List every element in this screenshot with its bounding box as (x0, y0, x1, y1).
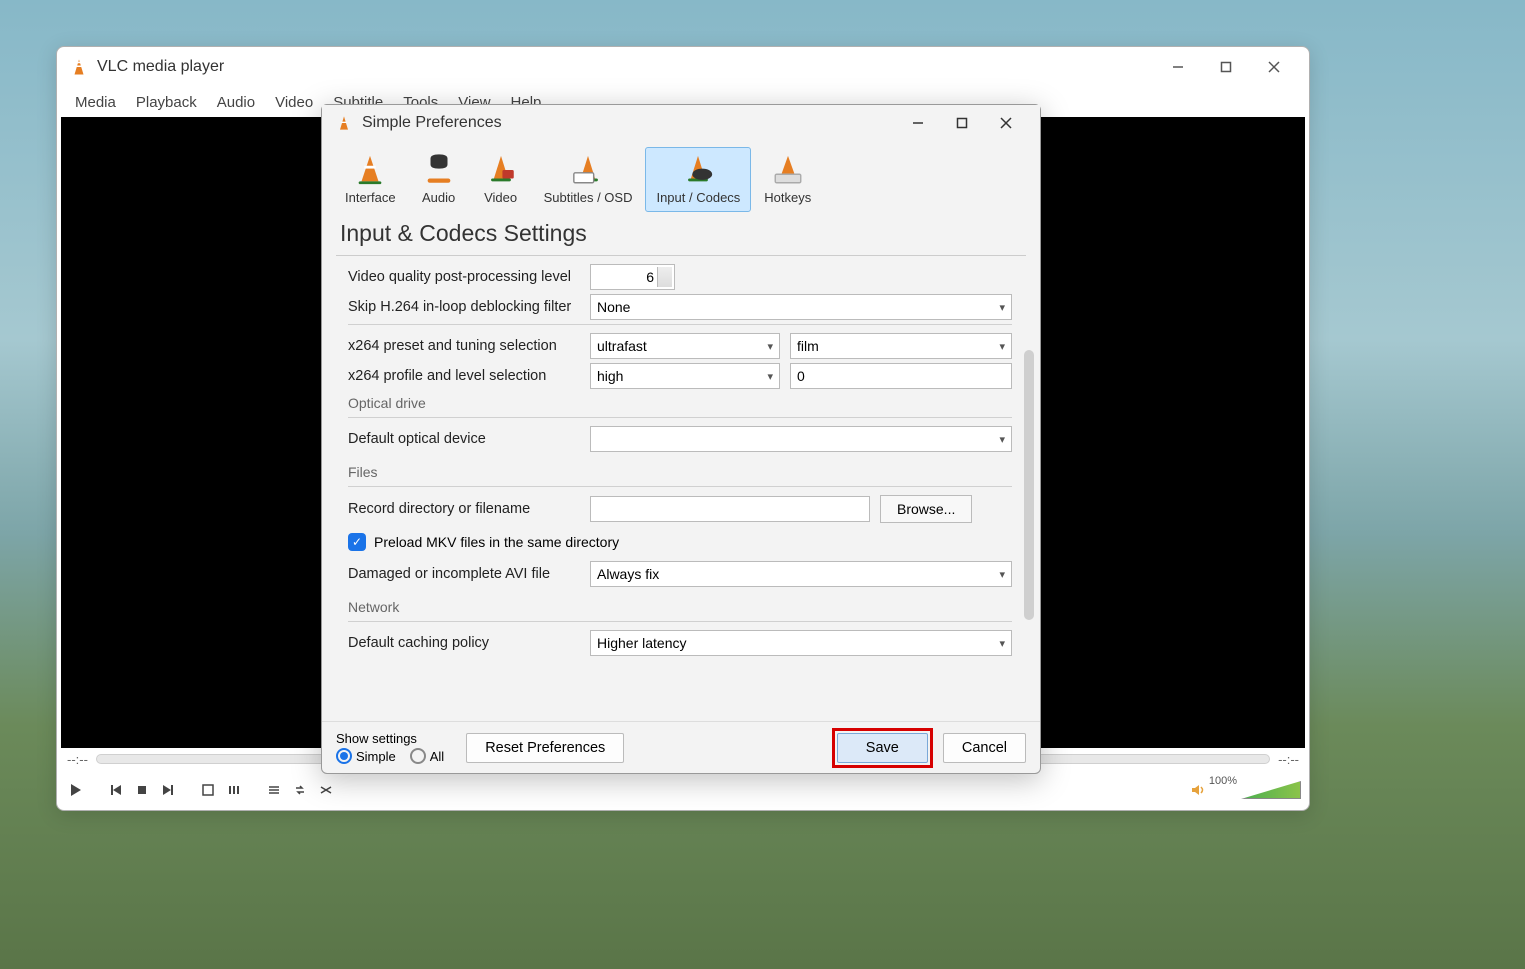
prefs-body: Video quality post-processing level 6 ▲▼… (322, 260, 1040, 721)
speaker-icon[interactable] (1191, 783, 1205, 797)
close-button[interactable] (1251, 51, 1297, 83)
shuffle-button[interactable] (315, 779, 337, 801)
preload-mkv-checkbox[interactable]: ✓ (348, 533, 366, 551)
x264-tuning-combo[interactable]: film (790, 333, 1012, 359)
record-dir-input[interactable] (590, 496, 870, 522)
cancel-button[interactable]: Cancel (943, 733, 1026, 763)
x264-profile-combo[interactable]: high (590, 363, 780, 389)
radio-simple[interactable] (336, 748, 352, 764)
x264-preset-combo[interactable]: ultrafast (590, 333, 780, 359)
maximize-button[interactable] (1203, 51, 1249, 83)
radio-all-label: All (430, 749, 444, 764)
x264-profile-label: x264 profile and level selection (348, 368, 580, 384)
prefs-minimize-button[interactable] (896, 108, 940, 138)
tab-subtitles[interactable]: Subtitles / OSD (533, 147, 644, 212)
optical-device-label: Default optical device (348, 431, 580, 447)
menu-video[interactable]: Video (267, 90, 321, 115)
interface-icon (352, 152, 388, 188)
stop-button[interactable] (131, 779, 153, 801)
scrollbar[interactable] (1024, 350, 1034, 620)
avi-label: Damaged or incomplete AVI file (348, 566, 580, 582)
pp-level-label: Video quality post-processing level (348, 269, 580, 285)
save-button[interactable]: Save (837, 733, 928, 763)
divider (336, 255, 1026, 256)
avi-combo[interactable]: Always fix (590, 561, 1012, 587)
network-group-title: Network (348, 599, 1012, 615)
menu-playback[interactable]: Playback (128, 90, 205, 115)
tab-label: Interface (345, 190, 396, 205)
vlc-window-title: VLC media player (97, 58, 1155, 76)
codecs-icon (680, 152, 716, 188)
prefs-maximize-button[interactable] (940, 108, 984, 138)
prefs-title: Simple Preferences (362, 114, 896, 132)
playlist-button[interactable] (263, 779, 285, 801)
x264-preset-label: x264 preset and tuning selection (348, 338, 580, 354)
prev-button[interactable] (105, 779, 127, 801)
time-elapsed: --:-- (67, 752, 88, 767)
prefs-tabs: Interface Audio Video Subtitles / OSD In… (322, 141, 1040, 212)
player-controls: 100% (57, 770, 1309, 810)
tab-interface[interactable]: Interface (334, 147, 407, 212)
x264-level-input[interactable]: 0 (790, 363, 1012, 389)
cache-policy-label: Default caching policy (348, 635, 580, 651)
record-dir-label: Record directory or filename (348, 501, 580, 517)
tab-video[interactable]: Video (471, 147, 531, 212)
optical-group-title: Optical drive (348, 395, 1012, 411)
preload-mkv-label: Preload MKV files in the same directory (374, 534, 619, 550)
prefs-close-button[interactable] (984, 108, 1028, 138)
browse-button[interactable]: Browse... (880, 495, 972, 523)
files-group-title: Files (348, 464, 1012, 480)
deblock-combo[interactable]: None (590, 294, 1012, 320)
deblock-label: Skip H.264 in-loop deblocking filter (348, 299, 580, 315)
volume-label: 100% (1209, 775, 1237, 787)
cache-policy-combo[interactable]: Higher latency (590, 630, 1012, 656)
tab-audio[interactable]: Audio (409, 147, 469, 212)
tab-label: Hotkeys (764, 190, 811, 205)
radio-simple-label: Simple (356, 749, 396, 764)
tab-label: Audio (422, 190, 455, 205)
tab-label: Subtitles / OSD (544, 190, 633, 205)
fullscreen-button[interactable] (197, 779, 219, 801)
vlc-cone-icon (334, 113, 354, 133)
audio-icon (421, 152, 457, 188)
next-button[interactable] (157, 779, 179, 801)
reset-preferences-button[interactable]: Reset Preferences (466, 733, 624, 763)
settings-scroll-area: Video quality post-processing level 6 ▲▼… (348, 260, 1012, 721)
hotkeys-icon (770, 152, 806, 188)
tab-label: Video (484, 190, 517, 205)
vlc-cone-icon (69, 57, 89, 77)
vlc-titlebar: VLC media player (57, 47, 1309, 87)
menu-media[interactable]: Media (67, 90, 124, 115)
subtitles-icon (570, 152, 606, 188)
spinner-arrows-icon: ▲▼ (663, 270, 670, 284)
show-settings-label: Show settings (336, 731, 444, 746)
pp-level-spinner[interactable]: 6 ▲▼ (590, 264, 675, 290)
menu-audio[interactable]: Audio (209, 90, 263, 115)
loop-button[interactable] (289, 779, 311, 801)
video-icon (483, 152, 519, 188)
tab-input-codecs[interactable]: Input / Codecs (645, 147, 751, 212)
tab-label: Input / Codecs (656, 190, 740, 205)
time-total: --:-- (1278, 752, 1299, 767)
save-button-highlight: Save (832, 728, 933, 768)
pp-level-value: 6 (646, 269, 654, 285)
ext-settings-button[interactable] (223, 779, 245, 801)
preferences-dialog: Simple Preferences Interface Audio Video… (321, 104, 1041, 774)
play-button[interactable] (65, 779, 87, 801)
minimize-button[interactable] (1155, 51, 1201, 83)
prefs-heading: Input & Codecs Settings (322, 212, 1040, 251)
prefs-titlebar: Simple Preferences (322, 105, 1040, 141)
volume-slider[interactable] (1241, 781, 1301, 799)
radio-all[interactable] (410, 748, 426, 764)
prefs-footer: Show settings Simple All Reset Preferenc… (322, 721, 1040, 773)
tab-hotkeys[interactable]: Hotkeys (753, 147, 822, 212)
optical-device-combo[interactable] (590, 426, 1012, 452)
